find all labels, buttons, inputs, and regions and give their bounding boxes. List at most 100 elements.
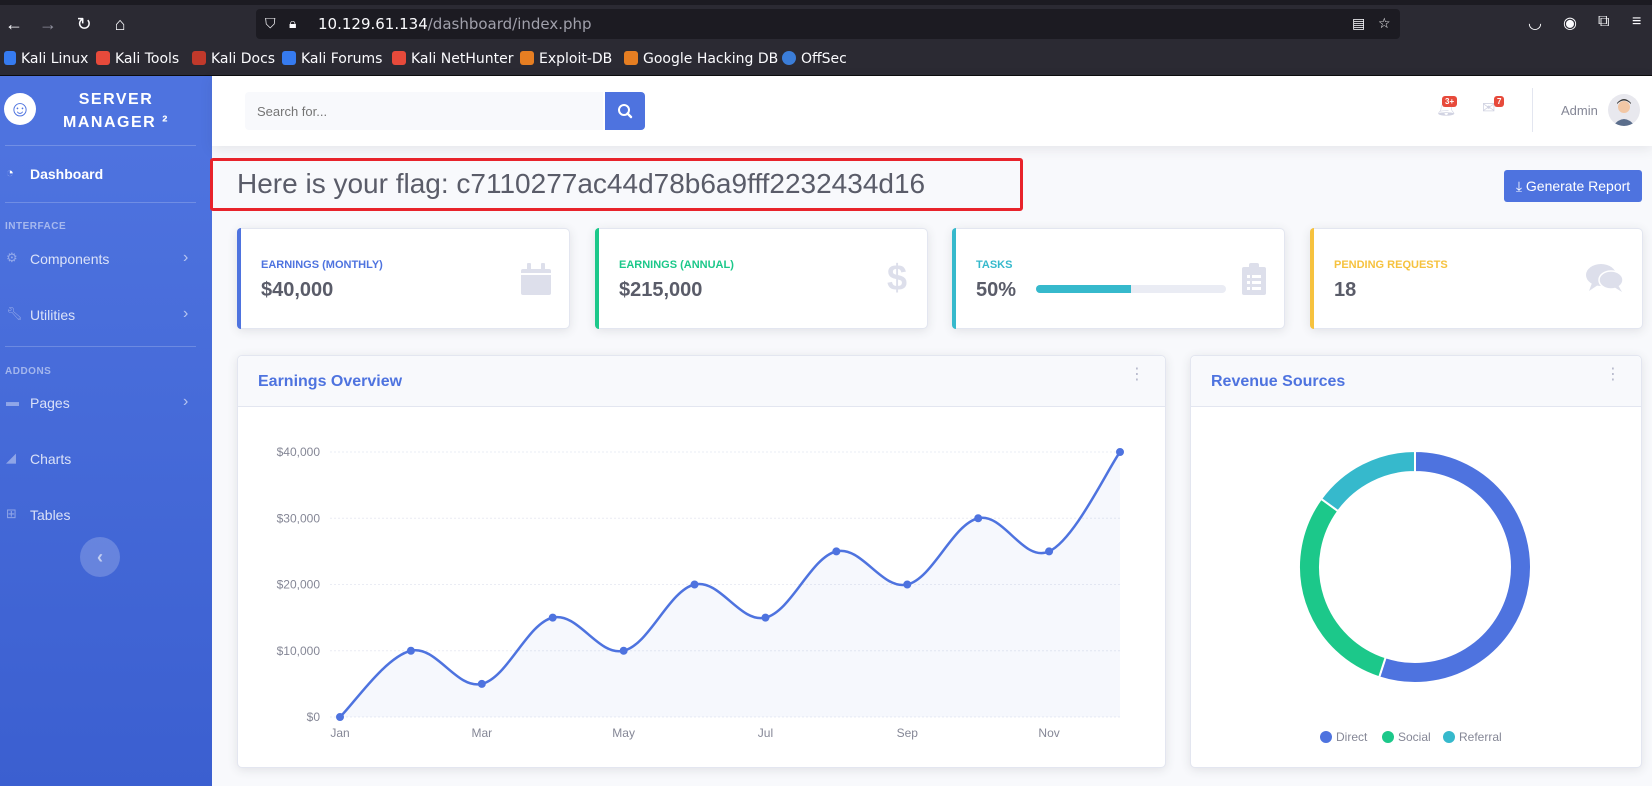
stat-label: TASKS bbox=[976, 259, 1013, 271]
legend-item-social[interactable]: Social bbox=[1382, 730, 1431, 744]
bookmark-label: Kali Forums bbox=[301, 51, 383, 67]
generate-report-button[interactable]: ⤓ Generate Report bbox=[1504, 170, 1642, 202]
kali-forums-icon bbox=[282, 51, 296, 65]
data-point bbox=[1045, 547, 1054, 556]
sidebar-divider bbox=[5, 145, 196, 146]
sidebar-item-charts[interactable]: ◢ Charts bbox=[0, 440, 212, 480]
card-accent-border bbox=[237, 228, 241, 329]
account-icon[interactable]: ◉ bbox=[1563, 13, 1577, 33]
bookmark-google-hacking-db[interactable]: Google Hacking DB bbox=[624, 51, 778, 67]
bookmark-label: Exploit-DB bbox=[539, 51, 613, 67]
tasks-progress-bar bbox=[1036, 285, 1226, 293]
back-icon[interactable]: ← bbox=[3, 13, 25, 35]
lock-warning-icon[interactable]: 🔒︎ bbox=[289, 15, 296, 32]
bookmark-offsec[interactable]: OffSec bbox=[782, 51, 847, 67]
earnings-overview-card: Earnings Overview ⋮ $0 $10,000 $20,000 $30,… bbox=[237, 355, 1166, 768]
legend-label: Social bbox=[1398, 730, 1431, 744]
donut-slice-direct bbox=[1377, 449, 1532, 684]
sidebar-item-label: Charts bbox=[30, 451, 72, 467]
sidebar-item-utilities[interactable]: 🔧︎ Utilities › bbox=[0, 296, 212, 336]
bookmark-kali-nethunter[interactable]: Kali NetHunter bbox=[392, 51, 513, 67]
url-bar[interactable]: ⛉ 🔒︎ 10.129.61.134/dashboard/index.php ▤… bbox=[256, 9, 1400, 39]
kali-nethunter-icon bbox=[392, 51, 406, 65]
data-point bbox=[761, 613, 770, 622]
chevron-right-icon: › bbox=[183, 249, 189, 266]
bookmark-label: Kali Linux bbox=[21, 51, 89, 67]
data-point bbox=[336, 713, 344, 721]
y-tick-label: $30,000 bbox=[277, 511, 321, 525]
avatar[interactable] bbox=[1608, 94, 1640, 126]
revenue-sources-card: Revenue Sources ⋮ bbox=[1190, 355, 1642, 768]
sidebar-toggle-button[interactable]: ‹ bbox=[80, 537, 120, 577]
sidebar-item-label: Dashboard bbox=[30, 166, 104, 182]
brand-text: SERVER MANAGER ² bbox=[52, 88, 180, 134]
wrench-icon: 🔧︎ bbox=[6, 306, 23, 321]
y-tick-label: $40,000 bbox=[277, 445, 321, 459]
calendar-icon bbox=[521, 263, 551, 303]
bookmark-exploit-db[interactable]: Exploit-DB bbox=[520, 51, 612, 67]
bookmark-kali-docs[interactable]: Kali Docs bbox=[192, 51, 275, 67]
card-title: Revenue Sources bbox=[1211, 373, 1346, 390]
sidebar-item-pages[interactable]: ▬ Pages › bbox=[0, 384, 212, 424]
search-icon bbox=[618, 104, 633, 119]
forward-icon[interactable]: → bbox=[37, 13, 59, 35]
sidebar-heading-interface: INTERFACE bbox=[5, 221, 67, 232]
google-hacking-db-icon bbox=[624, 51, 638, 65]
alerts-badge: 3+ bbox=[1442, 96, 1458, 107]
sidebar-brand[interactable]: ☺ SERVER MANAGER ² bbox=[0, 76, 212, 146]
stat-label: PENDING REQUESTS bbox=[1334, 259, 1448, 271]
search-button[interactable] bbox=[605, 92, 645, 130]
user-name[interactable]: Admin bbox=[1561, 103, 1598, 118]
shield-icon[interactable]: ⛉ bbox=[265, 15, 276, 32]
menu-icon[interactable]: ≡ bbox=[1632, 13, 1641, 31]
generate-report-label: Generate Report bbox=[1525, 178, 1631, 194]
stat-card-pending-requests: PENDING REQUESTS 18 bbox=[1310, 228, 1643, 329]
card-accent-border bbox=[952, 228, 956, 329]
pocket-icon[interactable]: ◡ bbox=[1528, 13, 1542, 33]
card-header: Revenue Sources ⋮ bbox=[1191, 356, 1641, 407]
bookmark-label: Kali Tools bbox=[115, 51, 180, 67]
bookmark-kali-linux[interactable]: Kali Linux bbox=[4, 51, 88, 67]
sidebar-item-label: Pages bbox=[30, 395, 70, 411]
stat-value: 18 bbox=[1334, 279, 1357, 301]
clipboard-icon bbox=[1242, 263, 1266, 303]
legend-item-direct[interactable]: Direct bbox=[1320, 730, 1367, 744]
card-header: Earnings Overview ⋮ bbox=[238, 356, 1165, 407]
sidebar-item-tables[interactable]: ⊞ Tables bbox=[0, 496, 212, 536]
extensions-icon[interactable]: ⧉ bbox=[1598, 13, 1609, 31]
data-point bbox=[619, 646, 628, 655]
legend-dot bbox=[1320, 731, 1332, 743]
sidebar-item-components[interactable]: ⚙ Components › bbox=[0, 240, 212, 280]
data-point bbox=[974, 514, 983, 523]
url-path: /dashboard/index.php bbox=[427, 15, 592, 33]
sidebar-divider bbox=[5, 346, 196, 347]
stat-card-earnings-annual: EARNINGS (ANNUAL) $215,000 $ bbox=[595, 228, 928, 329]
brand-line-2: MANAGER ² bbox=[63, 114, 169, 131]
bookmark-kali-tools[interactable]: Kali Tools bbox=[96, 51, 179, 67]
tasks-progress-fill bbox=[1036, 285, 1131, 293]
stat-card-tasks: TASKS 50% bbox=[952, 228, 1285, 329]
user-avatar-icon bbox=[1613, 99, 1635, 126]
legend-item-referral[interactable]: Referral bbox=[1443, 730, 1502, 744]
legend-dot bbox=[1443, 731, 1455, 743]
chevron-right-icon: › bbox=[183, 305, 189, 322]
chart-area-icon: ◢ bbox=[6, 450, 16, 465]
kali-tools-icon bbox=[96, 51, 110, 65]
donut-slice-social bbox=[1298, 497, 1387, 679]
kali-linux-icon bbox=[4, 51, 16, 65]
more-vertical-icon[interactable]: ⋮ bbox=[1129, 367, 1145, 383]
x-tick-label: Jul bbox=[758, 726, 773, 740]
search-input[interactable] bbox=[245, 92, 603, 130]
more-vertical-icon[interactable]: ⋮ bbox=[1605, 367, 1621, 383]
url-text: 10.129.61.134/dashboard/index.php bbox=[318, 15, 592, 33]
sidebar-item-dashboard[interactable]: ◔ Dashboard bbox=[0, 155, 212, 195]
bookmark-kali-forums[interactable]: Kali Forums bbox=[282, 51, 382, 67]
bookmark-label: OffSec bbox=[801, 51, 847, 67]
bookmark-star-icon[interactable]: ☆ bbox=[1378, 15, 1391, 32]
sidebar-heading-addons: ADDONS bbox=[5, 366, 52, 377]
legend-dot bbox=[1382, 731, 1394, 743]
sidebar-item-label: Tables bbox=[30, 507, 71, 523]
reader-view-icon[interactable]: ▤ bbox=[1352, 15, 1365, 32]
home-icon[interactable]: ⌂ bbox=[109, 13, 131, 35]
reload-icon[interactable]: ↻ bbox=[73, 13, 95, 35]
